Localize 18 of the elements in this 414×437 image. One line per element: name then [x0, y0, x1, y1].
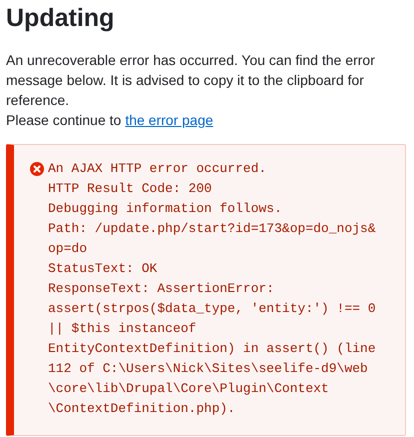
error-line: ResponseText: AssertionError:: [48, 280, 276, 298]
error-line: 112 of C:\Users\Nick\Sites\seelife-d9\web: [48, 360, 369, 378]
error-line: || $this instanceof: [48, 320, 198, 338]
error-line: An AJAX HTTP error occurred.: [48, 160, 268, 178]
error-line: EntityContextDefinition) in assert() (line: [48, 340, 376, 358]
intro-paragraph: An unrecoverable error has occurred. You can find the error message below. It is advised to copy it to the clipboard for reference.: [6, 51, 376, 110]
error-line: assert(strpos($data_type, 'entity:') !== 0: [48, 300, 376, 318]
error-line: Path: /update.php/start?id=173&op=do_nojs&: [48, 220, 376, 238]
error-icon: [30, 162, 44, 176]
error-line: \ContextDefinition.php).: [48, 400, 236, 418]
error-line: StatusText: OK: [48, 260, 158, 278]
error-line: Debugging information follows.: [48, 200, 284, 218]
page-title: Updating: [6, 3, 116, 34]
error-line: \core\lib\Drupal\Core\Plugin\Context: [48, 380, 330, 398]
continue-text: Please continue to: [6, 111, 122, 130]
error-page-link[interactable]: the error page: [125, 110, 214, 130]
error-line: op=do: [48, 240, 88, 258]
error-line: HTTP Result Code: 200: [48, 180, 213, 198]
